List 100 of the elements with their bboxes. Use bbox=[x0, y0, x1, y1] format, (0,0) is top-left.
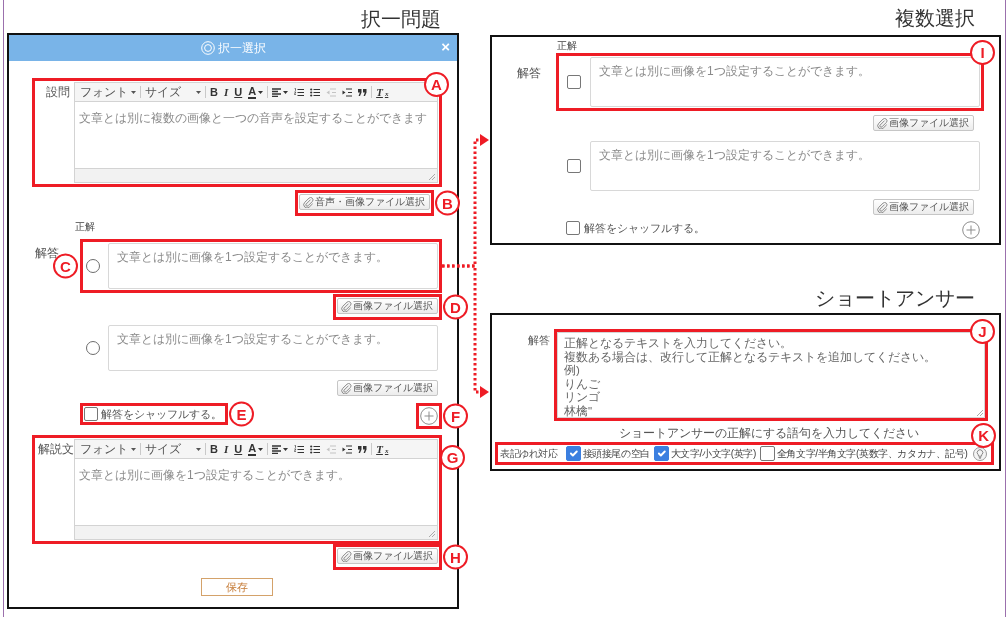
answer-field[interactable]: 文章とは別に画像を1つ設定することができます。 bbox=[590, 141, 980, 191]
plus-circle-icon bbox=[962, 221, 980, 239]
quote-icon bbox=[358, 445, 368, 453]
checkbox[interactable] bbox=[567, 75, 581, 89]
caret-icon bbox=[131, 90, 136, 94]
checkbox-label: 接頭接尾の空白 bbox=[582, 447, 650, 461]
callout-marker: D bbox=[443, 294, 468, 320]
editor-field[interactable]: 文章とは別に画像を1つ設定することができます。 bbox=[74, 458, 438, 526]
checkbox[interactable] bbox=[759, 446, 775, 461]
callout-marker: I bbox=[970, 40, 995, 65]
placeholder-text: 林檎" bbox=[564, 404, 593, 419]
column-label: 正解 bbox=[75, 221, 95, 232]
indent-icon bbox=[342, 87, 353, 97]
paperclip-icon bbox=[303, 196, 314, 208]
callout-marker: J bbox=[970, 319, 995, 344]
checkbox-label: 大文字/小文字(英字) bbox=[670, 447, 756, 461]
placeholder-text: リンゴ bbox=[564, 391, 600, 405]
checkbox[interactable] bbox=[565, 446, 581, 461]
dropdown-button[interactable]: サイズ bbox=[142, 441, 204, 457]
file-select-button[interactable]: 画像ファイル選択 bbox=[337, 548, 438, 564]
column-label: 正解 bbox=[557, 40, 577, 51]
file-select-button[interactable]: 画像ファイル選択 bbox=[337, 298, 438, 314]
resize-grip-icon bbox=[429, 174, 435, 180]
underline-button[interactable]: U bbox=[231, 441, 246, 457]
text-color-button[interactable]: A bbox=[245, 84, 267, 100]
editor-field[interactable]: 文章とは別に複数の画像と一つの音声を設定することができます bbox=[74, 101, 438, 169]
text-color-button[interactable]: A bbox=[245, 441, 267, 457]
lightbulb-icon bbox=[972, 446, 987, 461]
checkbox[interactable] bbox=[653, 446, 669, 461]
save-button[interactable]: 保存 bbox=[201, 578, 273, 596]
callout-marker: K bbox=[971, 423, 996, 448]
italic-button[interactable]: I bbox=[220, 441, 232, 457]
outdent-icon bbox=[326, 444, 337, 454]
align-left-icon bbox=[272, 87, 282, 97]
ring-icon bbox=[200, 41, 215, 55]
placeholder-text: りんご bbox=[564, 377, 600, 391]
answer-field[interactable]: 文章とは別に画像を1つ設定することができます。 bbox=[590, 57, 980, 107]
clear-format-button[interactable]: T$_{x}$ bbox=[373, 84, 392, 100]
bullet-list-icon bbox=[310, 87, 321, 97]
clear-format-button[interactable]: T$_{x}$ bbox=[373, 441, 392, 457]
caret-icon bbox=[131, 447, 136, 451]
add-button[interactable] bbox=[962, 221, 980, 239]
checkbox-label: 解答をシャッフルする。 bbox=[101, 407, 222, 421]
dropdown-button[interactable]: フォント bbox=[77, 441, 139, 457]
paperclip-icon bbox=[877, 201, 888, 213]
field-label: 解答 bbox=[528, 334, 550, 346]
bold-button[interactable]: B bbox=[207, 84, 221, 100]
outdent-icon bbox=[326, 87, 337, 97]
dropdown-button[interactable]: フォント bbox=[77, 84, 139, 100]
checkbox[interactable] bbox=[567, 159, 581, 173]
field-label: 設問 bbox=[46, 86, 70, 98]
answer-field[interactable]: 文章とは別に画像を1つ設定することができます。 bbox=[108, 325, 438, 371]
placeholder-text: 複数ある場合は、改行して正解となるテキストを追加してください。 bbox=[564, 350, 936, 364]
indent-icon bbox=[342, 444, 353, 454]
callout-marker: F bbox=[443, 403, 468, 429]
checkbox-label: 解答をシャッフルする。 bbox=[584, 221, 705, 235]
radio-button[interactable] bbox=[86, 259, 100, 273]
option-label: 表記ゆれ対応 bbox=[500, 447, 558, 461]
checkbox[interactable] bbox=[566, 221, 580, 235]
callout-marker: E bbox=[229, 401, 254, 427]
answer-field[interactable]: 文章とは別に画像を1つ設定することができます。 bbox=[108, 243, 438, 289]
caret-icon bbox=[283, 447, 289, 451]
placeholder-text: 正解となるテキストを入力してください。 bbox=[564, 337, 792, 351]
field-label: 解答 bbox=[517, 67, 541, 79]
file-select-button[interactable]: 画像ファイル選択 bbox=[873, 199, 974, 215]
numbered-list-icon bbox=[294, 444, 305, 454]
callout-marker: G bbox=[440, 445, 465, 470]
caret-icon bbox=[258, 90, 264, 94]
section-heading: ショートアンサー bbox=[815, 286, 975, 310]
dialog-title: 択一選択 bbox=[217, 41, 266, 55]
underline-button[interactable]: U bbox=[231, 84, 246, 100]
resize-grip-icon bbox=[977, 410, 983, 416]
checkbox[interactable] bbox=[84, 407, 98, 421]
paperclip-icon bbox=[341, 550, 352, 562]
paperclip-icon bbox=[341, 300, 352, 312]
callout-marker: H bbox=[443, 544, 468, 570]
field-label: 解説文 bbox=[38, 443, 74, 455]
caret-icon bbox=[196, 447, 201, 451]
callout-marker: A bbox=[424, 72, 449, 97]
caret-icon bbox=[283, 90, 289, 94]
caret-icon bbox=[258, 447, 264, 451]
bullet-list-icon bbox=[310, 444, 321, 454]
hint-text: ショートアンサーの正解にする語句を入力してください bbox=[618, 427, 919, 439]
section-heading: 択一問題 bbox=[361, 7, 441, 31]
dropdown-button[interactable]: サイズ bbox=[142, 84, 204, 100]
paperclip-icon bbox=[341, 382, 352, 394]
quote-icon bbox=[358, 88, 368, 96]
numbered-list-icon bbox=[294, 87, 305, 97]
radio-button[interactable] bbox=[86, 341, 100, 355]
file-select-button[interactable]: 音声・画像ファイル選択 bbox=[299, 194, 430, 210]
bold-button[interactable]: B bbox=[207, 441, 221, 457]
align-left-icon bbox=[272, 444, 282, 454]
file-select-button[interactable]: 画像ファイル選択 bbox=[873, 115, 974, 131]
callout-marker: B bbox=[435, 190, 460, 216]
file-select-button[interactable]: 画像ファイル選択 bbox=[337, 380, 438, 396]
caret-icon bbox=[196, 90, 201, 94]
italic-button[interactable]: I bbox=[220, 84, 232, 100]
section-heading: 複数選択 bbox=[895, 6, 975, 30]
resize-grip-icon bbox=[429, 531, 435, 537]
checkbox-label: 全角文字/半角文字(英数字、カタカナ、記号) bbox=[776, 447, 968, 461]
